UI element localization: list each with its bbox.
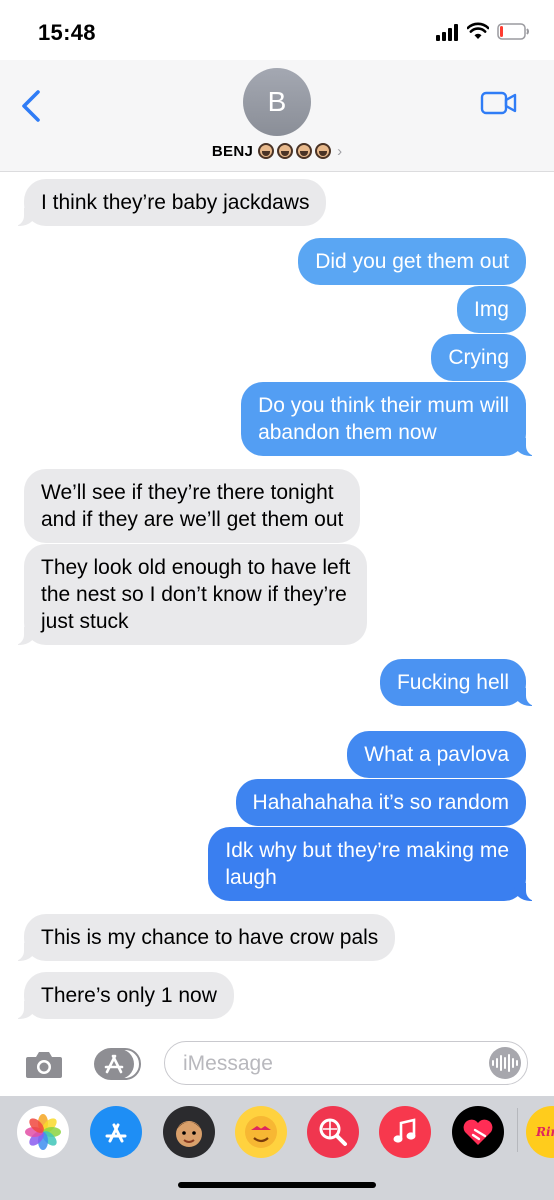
man-beard-emoji — [315, 143, 332, 159]
audio-waveform-icon[interactable] — [489, 1047, 521, 1079]
message-composer: iMessage — [0, 1030, 554, 1096]
sent-message[interactable]: Idk why but they’re making me laugh — [208, 827, 538, 901]
contact-name: BENJ — [211, 142, 254, 160]
conversation-header: B BENJ › — [0, 60, 554, 172]
imessage-input[interactable]: iMessage — [164, 1041, 528, 1085]
received-message[interactable]: I think they’re baby jackdaws — [11, 179, 327, 226]
camera-icon[interactable] — [24, 1048, 64, 1080]
sent-message[interactable]: What a pavlova — [347, 731, 526, 778]
music-icon[interactable] — [379, 1106, 431, 1158]
photos-icon[interactable] — [17, 1106, 69, 1158]
status-bar: 15:48 — [0, 0, 554, 60]
sent-message[interactable]: Hahahahaha it’s so random — [235, 779, 526, 826]
man-beard-emoji — [258, 143, 275, 159]
memoji-icon[interactable] — [163, 1106, 215, 1158]
received-message[interactable]: There’s only 1 now — [12, 972, 234, 1019]
video-camera-icon[interactable] — [480, 90, 518, 116]
app-drawer-divider — [517, 1108, 518, 1152]
sent-message[interactable]: Crying — [431, 334, 526, 381]
web-search-icon[interactable] — [307, 1106, 359, 1158]
back-chevron-icon[interactable] — [18, 88, 48, 124]
digital-touch-icon[interactable] — [452, 1106, 504, 1158]
contact-avatar[interactable]: B — [243, 68, 311, 136]
sent-message[interactable]: Img — [456, 286, 526, 333]
man-beard-emoji — [277, 143, 294, 159]
received-message[interactable]: We’ll see if they’re there tonight and i… — [24, 469, 361, 543]
sent-message[interactable]: Do you think their mum will abandon them… — [241, 382, 538, 456]
received-message[interactable]: They look old enough to have left the ne… — [11, 544, 368, 645]
app-store-icon[interactable] — [92, 1048, 142, 1080]
battery-icon — [497, 23, 529, 40]
animoji-stickers-icon[interactable] — [235, 1106, 287, 1158]
message-thread: I think they’re baby jackdaws Did you ge… — [0, 173, 554, 1023]
home-indicator[interactable] — [178, 1182, 376, 1188]
contact-name-button[interactable]: BENJ › — [0, 140, 554, 162]
ringtone-app-label: Rin — [536, 1125, 554, 1139]
status-time: 15:48 — [38, 20, 96, 45]
sent-message[interactable]: Fucking hell — [379, 659, 539, 706]
signal-icon — [436, 24, 460, 41]
wifi-icon — [467, 22, 489, 39]
app-store-icon[interactable] — [90, 1106, 142, 1158]
sent-message[interactable]: Did you get them out — [298, 238, 526, 285]
received-message[interactable]: This is my chance to have crow pals — [11, 914, 396, 961]
chevron-right-icon: › — [337, 142, 343, 160]
ringtone-app-icon[interactable]: Rin — [526, 1106, 554, 1158]
man-beard-emoji — [296, 143, 313, 159]
imessage-placeholder: iMessage — [183, 1052, 273, 1075]
